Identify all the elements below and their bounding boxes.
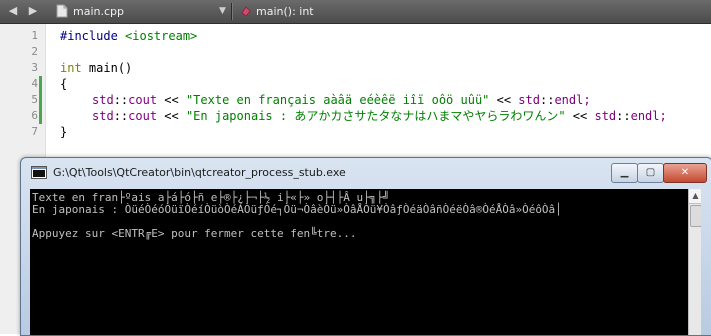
- change-marker: [39, 76, 42, 124]
- back-icon[interactable]: ◀: [6, 4, 20, 18]
- function-symbol-icon: [241, 6, 251, 17]
- code-line-6: std::cout << "En japonais : あアかカさサたタなナはハ…: [92, 109, 667, 123]
- scroll-up-icon[interactable]: ▲: [689, 189, 701, 204]
- scrollbar-thumb[interactable]: [690, 205, 701, 227]
- console-window[interactable]: G:\Qt\Tools\QtCreator\bin\qtcreator_proc…: [20, 157, 711, 336]
- console-app-icon: [31, 166, 47, 179]
- line-number: 3: [31, 61, 38, 74]
- open-file-selector[interactable]: main.cpp: [73, 4, 124, 19]
- code-line-4: {: [60, 77, 68, 91]
- console-window-title: G:\Qt\Tools\QtCreator\bin\qtcreator_proc…: [53, 166, 346, 179]
- maximize-button[interactable]: ▢: [637, 163, 664, 183]
- minimize-button[interactable]: ▁: [611, 163, 638, 183]
- close-button[interactable]: ✕: [663, 163, 707, 183]
- editor-toolbar: ◀ ▶ main.cpp ▼ main(): int: [0, 0, 711, 24]
- toolbar-divider: [231, 3, 233, 20]
- cpp-file-icon: [56, 4, 68, 18]
- line-number: 4: [31, 77, 38, 90]
- console-line: En japonais : ÒüéÒéóÒüïÒéíÒüòÒéÁÒüƒÒé┐Òü…: [32, 203, 562, 216]
- console-line: Appuyez sur <ENTR╔E> pour fermer cette f…: [32, 227, 357, 240]
- line-number: 2: [31, 45, 38, 58]
- line-number: 6: [31, 109, 38, 122]
- function-selector[interactable]: main(): int: [256, 4, 314, 19]
- code-line-7: }: [60, 125, 68, 139]
- code-line-3: int main(): [60, 61, 133, 75]
- line-number: 7: [31, 125, 38, 138]
- console-output[interactable]: Texte en fran├ºais a├á├ó├ñ e├®├¿├¬├½ i├«…: [30, 189, 701, 335]
- console-scrollbar[interactable]: ▲: [688, 189, 701, 335]
- chevron-down-icon[interactable]: ▼: [219, 4, 226, 19]
- line-number: 1: [31, 29, 38, 42]
- code-line-5: std::cout << "Texte en français aàâä eéè…: [92, 93, 591, 107]
- line-number: 5: [31, 93, 38, 106]
- code-line-1: #include <iostream>: [60, 29, 198, 43]
- forward-icon[interactable]: ▶: [26, 4, 40, 18]
